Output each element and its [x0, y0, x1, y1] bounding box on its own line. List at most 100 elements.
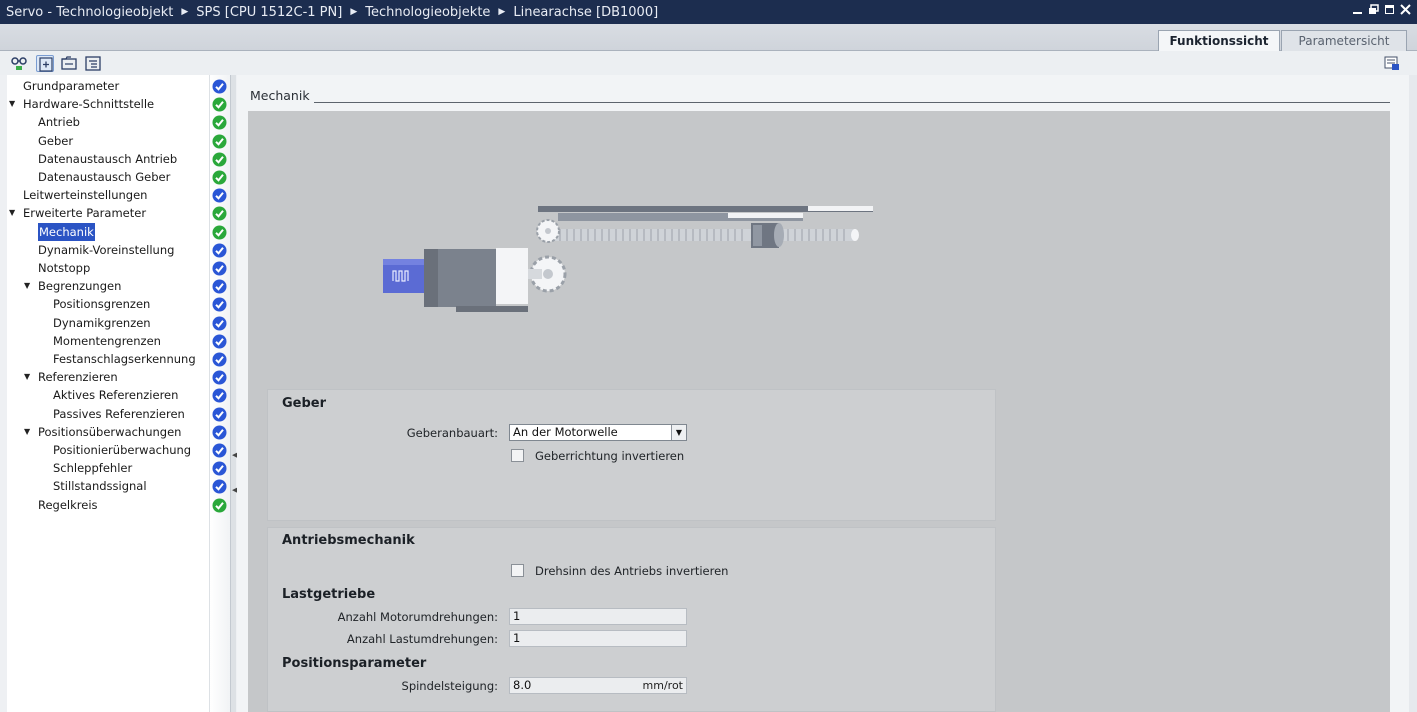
tree-item[interactable]: Schleppfehler — [7, 459, 207, 477]
tree-item-label: Positionsgrenzen — [53, 297, 151, 312]
tree-item[interactable]: Regelkreis — [7, 496, 207, 514]
tab-function-view[interactable]: Funktionssicht — [1158, 30, 1280, 51]
drive-mechanics-title: Antriebsmechanik — [282, 533, 415, 548]
tree-item[interactable]: Leitwerteinstellungen — [7, 186, 207, 204]
tree-item[interactable]: Aktives Referenzieren — [7, 386, 207, 404]
encoder-mount-value: An der Motorwelle — [513, 425, 618, 439]
tree-item-label: Referenzieren — [38, 370, 118, 385]
status-default-icon — [212, 243, 227, 258]
tree-item[interactable]: Momentengrenzen — [7, 332, 207, 350]
tree-item[interactable]: Passives Referenzieren — [7, 405, 207, 423]
tree-item[interactable]: ▼ Begrenzungen — [7, 277, 207, 295]
status-default-icon — [212, 352, 227, 367]
status-default-icon — [212, 297, 227, 312]
tree-item-label: Leitwerteinstellungen — [23, 188, 148, 203]
tree-item-label: Antrieb — [38, 115, 80, 130]
tree-item-label: Momentengrenzen — [53, 333, 161, 348]
tree-item[interactable]: Geber — [7, 132, 207, 150]
close-icon[interactable] — [1400, 4, 1411, 15]
vertical-scrollbar[interactable] — [1409, 75, 1417, 712]
navigation-toolbar — [0, 51, 1417, 75]
list-tree-icon[interactable] — [84, 55, 102, 72]
load-revolutions-input[interactable]: 1 — [509, 630, 687, 647]
breadcrumb-separator: ▶ — [498, 7, 506, 17]
breadcrumb-project[interactable]: Servo - Technologieobjekt — [6, 5, 173, 20]
breadcrumb-separator: ▶ — [350, 7, 358, 17]
tree-item-label: Regelkreis — [38, 497, 98, 512]
restore-icon[interactable] — [1368, 4, 1379, 15]
status-ok-icon — [212, 97, 227, 112]
breadcrumb-axis[interactable]: Linearachse [DB1000] — [513, 5, 658, 20]
tree-item[interactable]: Stillstandssignal — [7, 477, 207, 495]
tree-item[interactable]: Positionsgrenzen — [7, 295, 207, 313]
encoder-invert-checkbox[interactable] — [511, 449, 524, 462]
tree-item-label: Mechanik — [38, 222, 95, 241]
load-revolutions-label: Anzahl Lastumdrehungen: — [346, 632, 498, 646]
status-ok-icon — [212, 134, 227, 149]
maximize-icon[interactable] — [1384, 4, 1395, 15]
tree-item[interactable]: Datenaustausch Geber — [7, 168, 207, 186]
status-default-icon — [212, 461, 227, 476]
tree-item-label: Begrenzungen — [38, 279, 122, 294]
tree-item[interactable]: Notstopp — [7, 259, 207, 277]
expand-arrow-icon[interactable]: ▼ — [24, 423, 34, 441]
tree-item[interactable]: Dynamikgrenzen — [7, 314, 207, 332]
tree-item[interactable]: ▼ Erweiterte Parameter — [7, 204, 207, 222]
status-default-icon — [212, 79, 227, 94]
tree-item[interactable]: Positionierüberwachung — [7, 441, 207, 459]
load-gear-title: Lastgetriebe — [282, 587, 376, 602]
splitter[interactable]: ◀ ◀ — [230, 75, 237, 712]
folder-tree-icon[interactable] — [60, 55, 78, 72]
tree-item[interactable]: Datenaustausch Antrieb — [7, 150, 207, 168]
tree-item[interactable]: Grundparameter — [7, 77, 207, 95]
tree-item-label: Stillstandssignal — [53, 479, 147, 494]
tree-item-label: Geber — [38, 133, 74, 148]
drive-invert-checkbox[interactable] — [511, 564, 524, 577]
status-ok-icon — [212, 115, 227, 130]
minimize-icon[interactable] — [1352, 4, 1363, 15]
spindle-pitch-input[interactable]: 8.0 mm/rot — [509, 677, 687, 694]
motor-revolutions-label: Anzahl Motorumdrehungen: — [337, 610, 498, 624]
tree-item[interactable]: Festanschlagserkennung — [7, 350, 207, 368]
expand-arrow-icon[interactable]: ▼ — [9, 204, 19, 222]
window-controls — [1352, 4, 1411, 15]
encoder-group-title: Geber — [282, 396, 327, 411]
encoder-mount-select[interactable]: An der Motorwelle ▼ — [509, 424, 687, 441]
panel-options-icon[interactable] — [1384, 56, 1400, 76]
breadcrumb-plc[interactable]: SPS [CPU 1512C-1 PN] — [196, 5, 342, 20]
status-default-icon — [212, 425, 227, 440]
tree-item-label: Datenaustausch Antrieb — [38, 151, 178, 166]
expand-all-icon[interactable] — [36, 55, 54, 72]
status-default-icon — [212, 479, 227, 494]
status-default-icon — [212, 443, 227, 458]
collapse-left-icon[interactable]: ◀ — [232, 485, 237, 496]
tree-item[interactable]: ▼ Referenzieren — [7, 368, 207, 386]
tree-item[interactable]: ▼ Hardware-Schnittstelle — [7, 95, 207, 113]
expand-arrow-icon[interactable]: ▼ — [9, 95, 19, 113]
tree-item-label: Aktives Referenzieren — [53, 388, 179, 403]
main-content: Mechanik Geber Geberanbauart: An der Mot… — [237, 75, 1409, 712]
expand-arrow-icon[interactable]: ▼ — [24, 368, 34, 386]
expand-arrow-icon[interactable]: ▼ — [24, 277, 34, 295]
collapse-left-icon[interactable]: ◀ — [232, 450, 237, 461]
status-ok-icon — [212, 152, 227, 167]
tree-item-label: Festanschlagserkennung — [53, 352, 196, 366]
status-ok-icon — [212, 498, 227, 513]
tree-item-label: Dynamik-Voreinstellung — [38, 242, 175, 257]
breadcrumb-separator: ▶ — [181, 7, 189, 17]
tree-item[interactable]: Dynamik-Voreinstellung — [7, 241, 207, 259]
tree-item-label: Notstopp — [38, 261, 91, 275]
status-default-icon — [212, 188, 227, 203]
tree-item[interactable]: Antrieb — [7, 113, 207, 131]
section-title: Mechanik — [250, 88, 310, 103]
breadcrumb-technology-objects[interactable]: Technologieobjekte — [365, 5, 490, 20]
glasses-icon[interactable] — [10, 55, 28, 72]
title-bar: Servo - Technologieobjekt ▶ SPS [CPU 151… — [0, 0, 1417, 24]
tree-item[interactable]: Mechanik — [7, 222, 207, 241]
tree-item-label: Grundparameter — [23, 79, 120, 93]
tab-parameter-view[interactable]: Parametersicht — [1281, 30, 1407, 51]
status-ok-icon — [212, 170, 227, 185]
motor-revolutions-input[interactable]: 1 — [509, 608, 687, 625]
tree-item[interactable]: ▼ Positionsüberwachungen — [7, 423, 207, 441]
chevron-down-icon[interactable]: ▼ — [671, 425, 686, 440]
